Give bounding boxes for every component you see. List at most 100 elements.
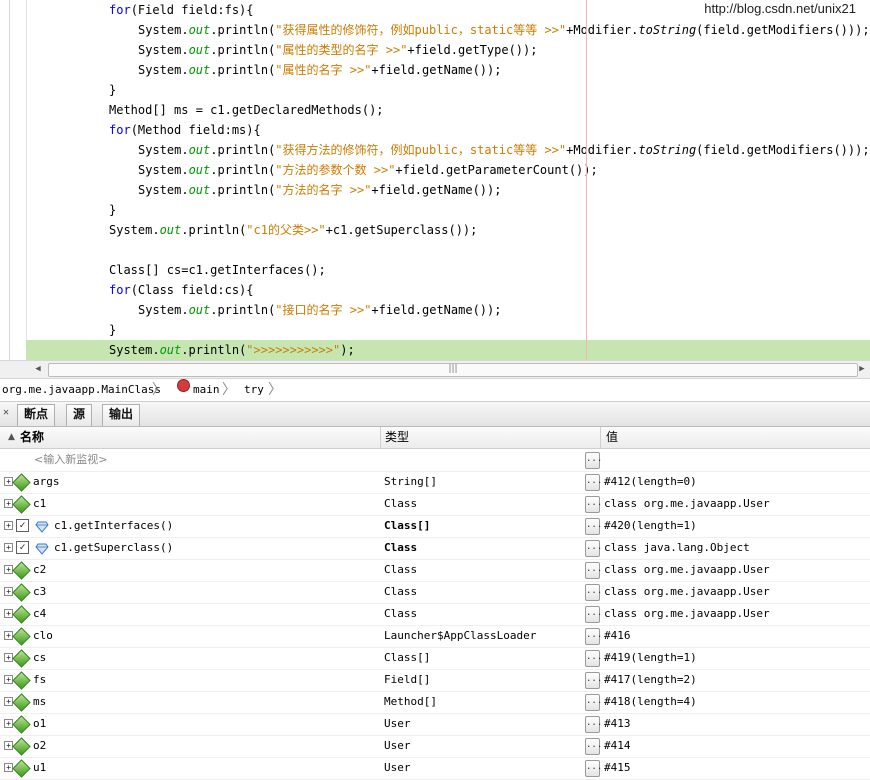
scroll-left-icon[interactable]: ◀ <box>30 361 46 378</box>
table-row[interactable]: + c1 Class... class org.me.javaapp.User <box>0 493 870 516</box>
more-icon[interactable]: ... <box>585 738 602 755</box>
code-editor[interactable]: http://blog.csdn.net/unix21 for(Field fi… <box>0 0 870 360</box>
variable-value: #412(length=0) <box>604 475 697 488</box>
tab-output[interactable]: 输出 <box>102 404 141 426</box>
more-icon[interactable]: ... <box>585 672 602 689</box>
table-header: ▲ 名称 类型 值 <box>0 427 870 449</box>
code-token: (Class field:cs){ <box>130 283 254 297</box>
table-row[interactable]: + fs Field[]... #417(length=2) <box>0 669 870 692</box>
variable-type: Class[] <box>384 651 431 664</box>
scroll-right-icon[interactable]: ▶ <box>854 361 870 378</box>
code-line[interactable]: } <box>26 200 870 220</box>
code-token: out <box>159 343 182 357</box>
variable-name: ms <box>33 695 47 708</box>
code-line[interactable]: System.out.println("属性的类型的名字 >>"+field.g… <box>26 40 870 60</box>
sort-ascending-icon[interactable]: ▲ <box>8 427 15 448</box>
more-icon[interactable]: ... <box>585 760 602 777</box>
code-token: "c1的父类>>" <box>246 223 326 237</box>
code-token: } <box>109 203 117 217</box>
variable-type: Field[] <box>384 673 431 686</box>
code-text: System.out.println("方法的名字 >>"+field.getN… <box>138 180 501 200</box>
more-icon[interactable]: ... <box>585 496 602 513</box>
table-row[interactable]: + o1 User... #413 <box>0 713 870 736</box>
code-token: +field.getName()); <box>371 63 502 77</box>
code-token: (field.getModifiers())); <box>696 23 870 37</box>
code-token: (Field field:fs){ <box>130 3 254 17</box>
watch-checkbox[interactable]: ✓ <box>16 541 29 554</box>
variable-name: clo <box>33 629 53 642</box>
code-token: .println( <box>210 143 276 157</box>
code-token: +c1.getSuperclass()); <box>325 223 478 237</box>
more-icon[interactable]: ... <box>585 452 602 469</box>
code-token: .println( <box>210 43 276 57</box>
table-row[interactable]: + c2 Class... class org.me.javaapp.User <box>0 559 870 582</box>
variable-type: Class <box>384 585 418 598</box>
code-token: "方法的名字 >>" <box>275 183 372 197</box>
code-line[interactable]: } <box>26 320 870 340</box>
code-text: System.out.println("属性的名字 >>"+field.getN… <box>138 60 501 80</box>
column-name-header[interactable]: 名称 <box>20 427 44 448</box>
more-icon[interactable]: ... <box>585 540 602 557</box>
code-line[interactable]: Method[] ms = c1.getDeclaredMethods(); <box>26 100 870 120</box>
code-line[interactable]: for(Method field:ms){ <box>26 120 870 140</box>
more-icon[interactable]: ... <box>585 474 602 491</box>
table-row[interactable]: + args String[]... #412(length=0) <box>0 471 870 494</box>
code-line[interactable]: } <box>26 80 870 100</box>
table-row[interactable]: + clo Launcher$AppClassLoader... #416 <box>0 625 870 648</box>
scrollbar-thumb[interactable]: ||| <box>48 363 858 377</box>
code-token: .println( <box>181 343 247 357</box>
breadcrumb-method[interactable]: main <box>193 379 220 401</box>
code-token: System. <box>109 223 160 237</box>
code-token: toString <box>638 143 697 157</box>
column-type-header[interactable]: 类型 <box>385 427 409 448</box>
code-line[interactable]: System.out.println("获得属性的修饰符，例如public，st… <box>26 20 870 40</box>
variable-name: args <box>33 475 60 488</box>
table-row[interactable]: + c3 Class... class org.me.javaapp.User <box>0 581 870 604</box>
code-line[interactable] <box>26 240 870 260</box>
code-line[interactable]: System.out.println("方法的名字 >>"+field.getN… <box>26 180 870 200</box>
close-icon[interactable]: ✕ <box>3 407 9 418</box>
table-row[interactable]: + o2 User... #414 <box>0 735 870 758</box>
more-icon[interactable]: ... <box>585 606 602 623</box>
code-line[interactable]: Class[] cs=c1.getInterfaces(); <box>26 260 870 280</box>
table-row[interactable]: + u1 User... #415 <box>0 757 870 780</box>
code-line[interactable]: for(Class field:cs){ <box>26 280 870 300</box>
code-token: "接口的名字 >>" <box>275 303 372 317</box>
table-row[interactable]: + ✓ c1.getSuperclass() Class... class java.l… <box>0 537 870 560</box>
more-icon[interactable]: ... <box>585 628 602 645</box>
more-icon[interactable]: ... <box>585 518 602 535</box>
tab-sources[interactable]: 源 <box>66 404 93 426</box>
variable-value: class java.lang.Object <box>604 541 750 554</box>
code-token: out <box>188 43 211 57</box>
expand-icon[interactable]: + <box>4 543 13 552</box>
watch-checkbox[interactable]: ✓ <box>16 519 29 532</box>
code-token: for <box>109 3 131 17</box>
breadcrumb-class[interactable]: org.me.javaapp.MainClass <box>2 379 161 401</box>
variable-name: fs <box>33 673 47 686</box>
current-code-line[interactable]: System.out.println(">>>>>>>>>>>"); <box>26 340 870 360</box>
variable-value: #416 <box>604 629 631 642</box>
code-line[interactable]: System.out.println("方法的参数个数 >>"+field.ge… <box>26 160 870 180</box>
table-row[interactable]: + ms Method[]... #418(length=4) <box>0 691 870 714</box>
expand-icon[interactable]: + <box>4 521 13 530</box>
table-row[interactable]: + c4 Class... class org.me.javaapp.User <box>0 603 870 626</box>
breadcrumb-block[interactable]: try <box>244 379 264 401</box>
new-watch-input[interactable]: <输入新监视> <box>34 449 107 471</box>
table-row[interactable]: + cs Class[]... #419(length=1) <box>0 647 870 670</box>
horizontal-scrollbar[interactable]: ◀ ||| ▶ <box>0 360 870 379</box>
more-icon[interactable]: ... <box>585 584 602 601</box>
column-value-header[interactable]: 值 <box>606 427 618 448</box>
code-line[interactable]: System.out.println("获得方法的修饰符，例如public，st… <box>26 140 870 160</box>
more-icon[interactable]: ... <box>585 650 602 667</box>
tab-breakpoints[interactable]: 断点 <box>17 404 56 426</box>
new-watch-row[interactable]: <输入新监视> ... <box>0 449 870 472</box>
code-token: +field.getParameterCount()); <box>395 163 598 177</box>
code-token: System. <box>138 63 189 77</box>
table-row[interactable]: + ✓ c1.getInterfaces() Class[]... #420(lengt… <box>0 515 870 538</box>
more-icon[interactable]: ... <box>585 562 602 579</box>
more-icon[interactable]: ... <box>585 694 602 711</box>
code-line[interactable]: System.out.println("属性的名字 >>"+field.getN… <box>26 60 870 80</box>
more-icon[interactable]: ... <box>585 716 602 733</box>
code-line[interactable]: System.out.println("c1的父类>>"+c1.getSuper… <box>26 220 870 240</box>
code-line[interactable]: System.out.println("接口的名字 >>"+field.getN… <box>26 300 870 320</box>
